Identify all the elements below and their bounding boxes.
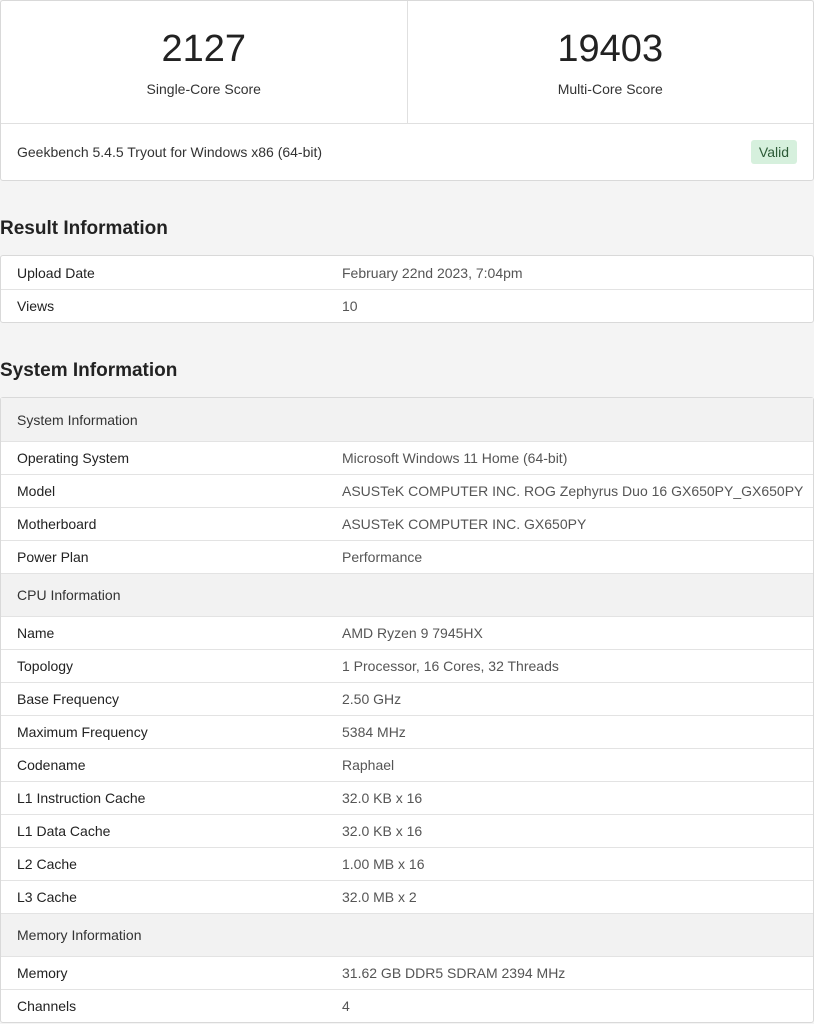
table-row: Base Frequency 2.50 GHz — [1, 682, 813, 715]
table-row: Name AMD Ryzen 9 7945HX — [1, 616, 813, 649]
row-key: Operating System — [17, 450, 130, 466]
table-row: Topology 1 Processor, 16 Cores, 32 Threa… — [1, 649, 813, 682]
row-value: 10 — [342, 298, 358, 314]
row-key: L2 Cache — [17, 856, 77, 872]
table-row: Motherboard ASUSTeK COMPUTER INC. GX650P… — [1, 507, 813, 540]
row-value: ASUSTeK COMPUTER INC. GX650PY — [342, 516, 587, 532]
row-key: Motherboard — [17, 516, 97, 532]
row-value: 1 Processor, 16 Cores, 32 Threads — [342, 658, 559, 674]
row-key: Base Frequency — [17, 691, 119, 707]
row-key: L1 Instruction Cache — [17, 790, 146, 806]
table-row: Views 10 — [1, 289, 813, 322]
row-value: Microsoft Windows 11 Home (64-bit) — [342, 450, 568, 466]
table-row: Maximum Frequency 5384 MHz — [1, 715, 813, 748]
row-key: Views — [17, 298, 55, 314]
system-information-title: System Information — [0, 360, 178, 381]
row-key: L3 Cache — [17, 889, 77, 905]
row-key: Maximum Frequency — [17, 724, 148, 740]
row-key: Memory — [17, 965, 68, 981]
table-row: Codename Raphael — [1, 748, 813, 781]
multi-core-score: 19403 Multi-Core Score — [406, 1, 814, 123]
group-header-system: System Information — [1, 398, 813, 441]
table-row: Operating System Microsoft Windows 11 Ho… — [1, 441, 813, 474]
row-value: 4 — [342, 998, 350, 1014]
row-key: Model — [17, 483, 56, 499]
row-value: 1.00 MB x 16 — [342, 856, 425, 872]
multi-core-score-label: Multi-Core Score — [557, 81, 663, 97]
row-key: Topology — [17, 658, 74, 674]
row-value: ASUSTeK COMPUTER INC. ROG Zephyrus Duo 1… — [342, 483, 804, 499]
result-information-table: Upload Date February 22nd 2023, 7:04pm V… — [0, 255, 814, 323]
version-text: Geekbench 5.4.5 Tryout for Windows x86 (… — [17, 144, 323, 160]
group-header-cpu: CPU Information — [1, 573, 813, 616]
row-value: Performance — [342, 549, 423, 565]
row-value: Raphael — [342, 757, 395, 773]
row-value: 5384 MHz — [342, 724, 406, 740]
row-value: 32.0 MB x 2 — [342, 889, 417, 905]
table-row: Power Plan Performance — [1, 540, 813, 573]
table-row: Memory 31.62 GB DDR5 SDRAM 2394 MHz — [1, 956, 813, 989]
table-row: L1 Data Cache 32.0 KB x 16 — [1, 814, 813, 847]
row-key: Name — [17, 625, 55, 641]
single-core-score-label: Single-Core Score — [146, 81, 261, 97]
group-header-memory: Memory Information — [1, 913, 813, 956]
row-key: Upload Date — [17, 264, 95, 281]
result-information-title: Result Information — [0, 218, 168, 239]
row-key: L1 Data Cache — [17, 823, 111, 839]
group-header-label: System Information — [17, 411, 138, 428]
table-row: L3 Cache 32.0 MB x 2 — [1, 880, 813, 913]
row-value: 2.50 GHz — [342, 691, 402, 707]
group-header-label: CPU Information — [17, 587, 121, 603]
table-row: Model ASUSTeK COMPUTER INC. ROG Zephyrus… — [1, 474, 813, 507]
row-value: AMD Ryzen 9 7945HX — [342, 625, 483, 641]
system-information-table: System Information Operating System Micr… — [0, 397, 814, 1023]
single-core-score: 2127 Single-Core Score — [1, 1, 407, 123]
single-core-score-value: 2127 — [161, 28, 247, 70]
row-value: 32.0 KB x 16 — [342, 823, 423, 839]
table-row: L1 Instruction Cache 32.0 KB x 16 — [1, 781, 813, 814]
table-row: Channels 4 — [1, 989, 813, 1022]
row-key: Codename — [17, 757, 86, 773]
row-value: 32.0 KB x 16 — [342, 790, 423, 806]
table-row: Upload Date February 22nd 2023, 7:04pm — [1, 256, 813, 289]
table-row: L2 Cache 1.00 MB x 16 — [1, 847, 813, 880]
group-header-label: Memory Information — [17, 927, 142, 943]
score-card: 2127 Single-Core Score 19403 Multi-Core … — [0, 0, 814, 181]
valid-badge: Valid — [750, 140, 797, 164]
row-value: 31.62 GB DDR5 SDRAM 2394 MHz — [342, 965, 566, 981]
row-key: Channels — [17, 998, 77, 1014]
multi-core-score-value: 19403 — [557, 28, 664, 70]
row-key: Power Plan — [17, 549, 89, 565]
score-row: 2127 Single-Core Score 19403 Multi-Core … — [1, 1, 813, 124]
row-value: February 22nd 2023, 7:04pm — [342, 264, 523, 281]
version-row: Geekbench 5.4.5 Tryout for Windows x86 (… — [1, 124, 813, 180]
